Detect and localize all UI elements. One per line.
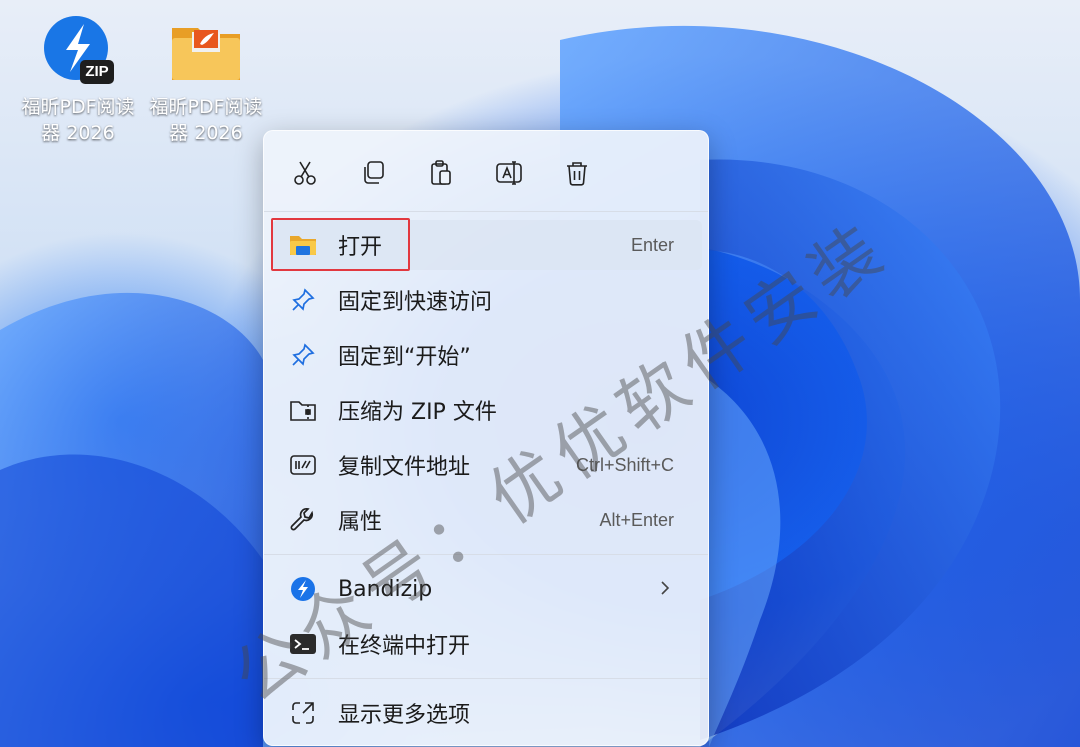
menu-item-label: 压缩为 ZIP 文件 <box>338 400 497 425</box>
menu-item-properties[interactable]: 属性 Alt+Enter <box>272 495 702 545</box>
menu-item-bandizip[interactable]: Bandizip <box>272 564 702 614</box>
menu-item-open[interactable]: 打开 Enter <box>272 220 702 270</box>
folder-foxit-icon <box>168 14 244 90</box>
menu-item-shortcut: Ctrl+Shift+C <box>575 454 674 475</box>
cut-button[interactable] <box>283 151 327 195</box>
desktop-icon-label: 器 2026 <box>169 122 243 144</box>
menu-item-open-terminal[interactable]: 在终端中打开 <box>272 619 702 669</box>
folder-icon <box>288 230 318 260</box>
context-menu: 打开 Enter 固定到快速访问 固定到“开始” 压缩为 ZIP 文件 复制文件… <box>263 130 709 746</box>
menu-item-label: 显示更多选项 <box>338 703 471 728</box>
menu-separator <box>264 678 708 679</box>
bandizip-icon <box>288 574 318 604</box>
menu-item-pin-quick-access[interactable]: 固定到快速访问 <box>272 275 702 325</box>
delete-button[interactable] <box>555 151 599 195</box>
menu-item-show-more-options[interactable]: 显示更多选项 <box>272 688 702 738</box>
context-menu-toolbar <box>264 131 708 211</box>
menu-item-label: 固定到快速访问 <box>338 290 493 315</box>
terminal-icon <box>288 629 318 659</box>
menu-item-label: 属性 <box>338 510 383 535</box>
menu-item-copy-path[interactable]: 复制文件地址 Ctrl+Shift+C <box>272 440 702 490</box>
paste-icon <box>431 160 451 185</box>
copy-button[interactable] <box>351 151 395 195</box>
desktop-icon-label: 福昕PDF阅读 <box>149 96 263 118</box>
wrench-icon <box>288 505 318 535</box>
bandizip-icon: ZIP <box>40 14 116 90</box>
delete-icon <box>567 162 587 186</box>
pin-icon <box>288 285 318 315</box>
menu-item-shortcut: Alt+Enter <box>599 509 674 530</box>
menu-item-label: Bandizip <box>338 576 433 602</box>
desktop-icon-bandizip[interactable]: ZIP 福昕PDF阅读 器 2026 <box>14 14 142 146</box>
pin-icon <box>288 340 318 370</box>
menu-item-compress-zip[interactable]: 压缩为 ZIP 文件 <box>272 385 702 435</box>
menu-item-label: 在终端中打开 <box>338 634 471 659</box>
menu-separator <box>264 554 708 555</box>
copy-icon <box>364 161 384 184</box>
paste-button[interactable] <box>419 151 463 195</box>
menu-item-label: 固定到“开始” <box>338 345 471 370</box>
zip-badge: ZIP <box>85 63 109 80</box>
menu-item-label: 打开 <box>338 235 383 260</box>
copy-path-icon <box>288 450 318 480</box>
desktop-icon-label: 福昕PDF阅读 <box>21 96 135 118</box>
desktop-icon-foxit-folder[interactable]: 福昕PDF阅读 器 2026 <box>142 14 270 146</box>
menu-item-label: 复制文件地址 <box>338 455 471 480</box>
menu-separator <box>264 211 708 212</box>
menu-item-pin-start[interactable]: 固定到“开始” <box>272 330 702 380</box>
chevron-right-icon <box>658 578 672 602</box>
cut-icon <box>294 161 316 185</box>
rename-button[interactable] <box>487 151 531 195</box>
rename-icon <box>496 161 522 185</box>
zip-icon <box>288 395 318 425</box>
show-more-icon <box>288 698 318 728</box>
desktop-icon-label: 器 2026 <box>41 122 115 144</box>
menu-item-shortcut: Enter <box>630 234 674 255</box>
